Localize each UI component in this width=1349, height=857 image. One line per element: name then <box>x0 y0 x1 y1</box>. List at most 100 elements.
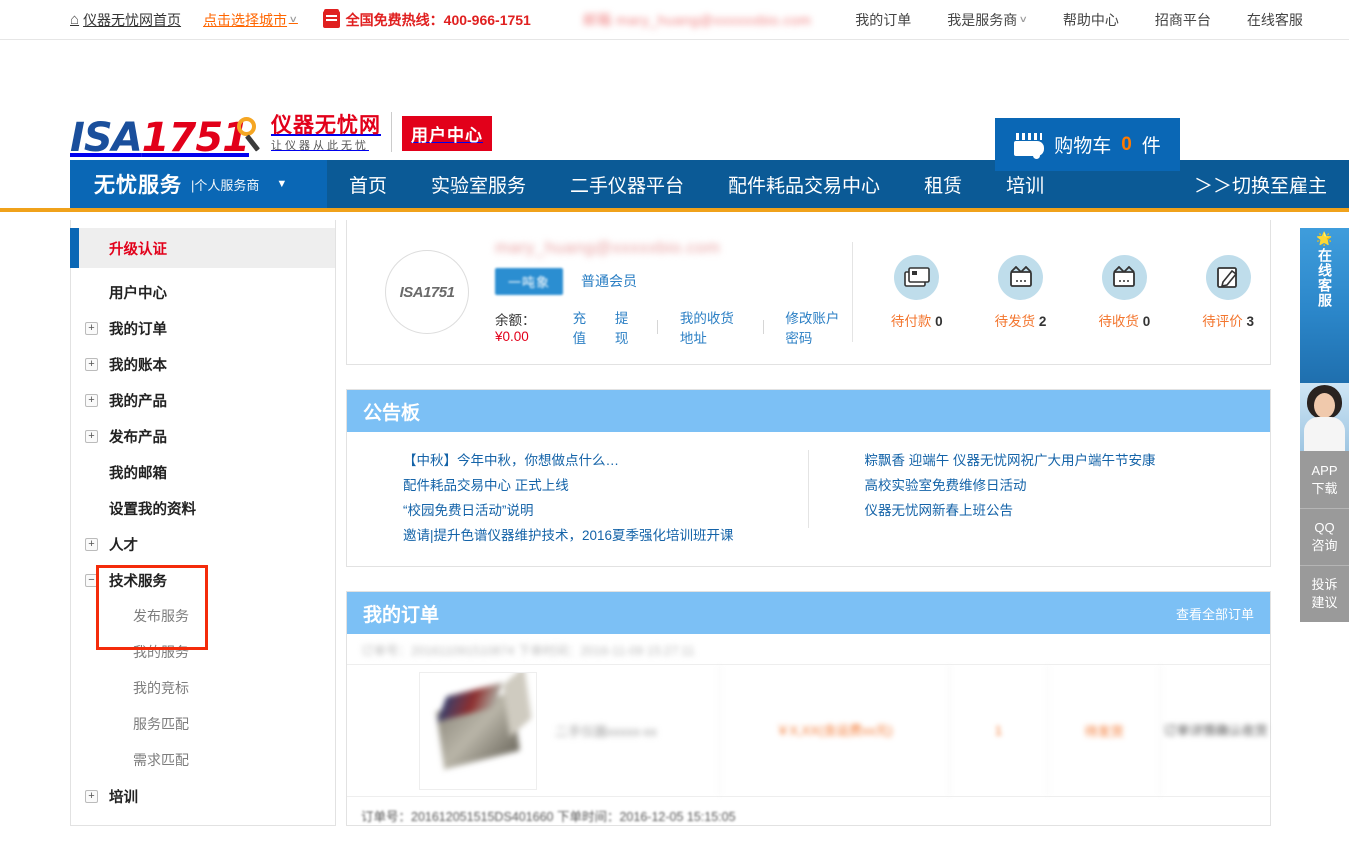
confirm-receipt-link[interactable]: 确认收货 <box>1216 720 1268 742</box>
profile-card: ISA1751 mary_huang@xxxxxbio.com 一吨象 普通会员… <box>346 220 1271 365</box>
notice-link[interactable]: 仪器无忧网新春上班公告 <box>865 498 1251 523</box>
sidebar-item-my-account-book[interactable]: + 我的账本 <box>71 346 335 382</box>
city-selector[interactable]: 点击选择城市 ∨ <box>203 10 297 30</box>
product-name: 二手仪器xxxxx-xx <box>555 721 657 740</box>
avatar[interactable]: ISA1751 <box>385 250 469 334</box>
user-center-badge: 用户中心 <box>402 116 492 151</box>
nav-item-training[interactable]: 培训 <box>984 171 1066 198</box>
collapse-minus-icon[interactable]: − <box>85 574 98 587</box>
sidebar-item-my-orders[interactable]: + 我的订单 <box>71 310 335 346</box>
sidebar-subitem-service-match[interactable]: 服务匹配 <box>71 706 335 742</box>
notice-link[interactable]: 【中秋】今年中秋，你想做点什么… <box>403 448 789 473</box>
nav-item-home[interactable]: 首页 <box>327 171 409 198</box>
change-password-link[interactable]: 修改账户密码 <box>785 307 846 347</box>
logo-chinese-block: 仪器无忧网 让仪器从此无忧 <box>271 115 381 153</box>
nav-brand-subtitle: |个人服务商 <box>191 175 259 194</box>
topbar-link-online-service[interactable]: 在线客服 <box>1247 10 1303 30</box>
nav-item-lab-service[interactable]: 实验室服务 <box>409 171 548 198</box>
notice-link[interactable]: 配件耗品交易中心 正式上线 <box>403 473 789 498</box>
nav-item-leasing[interactable]: 租赁 <box>902 171 984 198</box>
sidebar-subitem-demand-match[interactable]: 需求匹配 <box>71 742 335 778</box>
app-download-line2: 下载 <box>1311 480 1337 498</box>
online-service-button[interactable]: 🌟 在线客服 <box>1300 228 1349 383</box>
notice-board-header: 公告板 <box>347 390 1270 432</box>
expand-plus-icon[interactable]: + <box>85 538 98 551</box>
sidebar-item-label: 培训 <box>109 786 138 807</box>
notice-column-left: 【中秋】今年中秋，你想做点什么… 配件耗品交易中心 正式上线 “校园免费日活动”… <box>347 448 809 548</box>
balance-text: 余额： <box>495 313 536 328</box>
top-utility-bar: ⌂ 仪器无忧网首页 点击选择城市 ∨ 全国免费热线：400-966-1751 邮… <box>0 0 1349 40</box>
topbar-link-investment-platform[interactable]: 招商平台 <box>1155 10 1211 30</box>
chevron-down-icon: ∨ <box>289 14 298 25</box>
sidebar-item-my-mailbox[interactable]: 我的邮箱 <box>71 454 335 490</box>
sidebar-item-label: 升级认证 <box>109 238 167 259</box>
order-price-cell: ￥X,XX (含运费xx元) <box>719 665 949 796</box>
recharge-link[interactable]: 充值 <box>573 307 593 347</box>
sidebar-subitem-publish-service[interactable]: 发布服务 <box>71 598 335 634</box>
topbar-link-my-orders[interactable]: 我的订单 <box>855 10 911 30</box>
table-row[interactable]: 二手仪器xxxxx-xx ￥X,XX (含运费xx元) 1 待发货 订单详情 确… <box>347 664 1270 797</box>
stat-pending-receipt[interactable]: 待收货 0 <box>1098 255 1150 330</box>
cart-unit: 件 <box>1142 131 1161 158</box>
sidebar-item-my-products[interactable]: + 我的产品 <box>71 382 335 418</box>
sidebar-subitem-my-services[interactable]: 我的服务 <box>71 634 335 670</box>
qq-consult-line2: 咨询 <box>1311 537 1337 555</box>
order-detail-link[interactable]: 订单详情 <box>1163 720 1215 742</box>
stat-pending-payment[interactable]: 待付款 0 <box>891 255 943 330</box>
topbar-link-help-center[interactable]: 帮助中心 <box>1063 10 1119 30</box>
notice-link[interactable]: “校园免费日活动”说明 <box>403 498 789 523</box>
topbar-link-label: 我的订单 <box>855 10 911 30</box>
logo-isa-text: ISA <box>70 115 142 161</box>
cart-button[interactable]: 购物车 0 件 <box>995 118 1180 171</box>
app-download-button[interactable]: APP 下载 <box>1300 451 1349 508</box>
profile-divider <box>852 242 853 342</box>
site-logo[interactable]: ISA1751 仪器无忧网 让仪器从此无忧 用户中心 <box>70 112 492 155</box>
notice-link[interactable]: 粽飘香 迎端午 仪器无忧网祝广大用户端午节安康 <box>865 448 1251 473</box>
nav-service-switcher[interactable]: 无忧服务 |个人服务商 ▼ <box>70 160 327 208</box>
stat-count: 0 <box>1143 314 1151 329</box>
qq-consult-button[interactable]: QQ 咨询 <box>1300 508 1349 565</box>
topbar-link-i-am-provider[interactable]: 我是服务商∨ <box>947 10 1027 30</box>
notice-link[interactable]: 高校实验室免费维修日活动 <box>865 473 1251 498</box>
sidebar-item-label: 我的产品 <box>109 390 167 411</box>
expand-plus-icon[interactable]: + <box>85 394 98 407</box>
stat-pending-shipment[interactable]: 待发货 2 <box>995 255 1047 330</box>
topbar-link-label: 在线客服 <box>1247 10 1303 30</box>
view-all-orders-link[interactable]: 查看全部订单 <box>1176 604 1254 623</box>
expand-plus-icon[interactable]: + <box>85 322 98 335</box>
complaint-line1: 投诉 <box>1311 576 1337 594</box>
notice-column-right: 粽飘香 迎端午 仪器无忧网祝广大用户端午节安康 高校实验室免费维修日活动 仪器无… <box>809 448 1271 548</box>
complaint-suggestion-button[interactable]: 投诉 建议 <box>1300 565 1349 622</box>
my-orders-header: 我的订单 查看全部订单 <box>347 592 1270 634</box>
nav-switch-to-employer[interactable]: ＞＞切换至雇主 <box>1172 171 1349 198</box>
stat-label: 待收货 0 <box>1098 310 1150 330</box>
notice-link[interactable]: 邀请|提升色谱仪器维护技术，2016夏季强化培训班开课 <box>403 523 789 548</box>
expand-plus-icon[interactable]: + <box>85 430 98 443</box>
sidebar-item-talent[interactable]: + 人才 <box>71 526 335 562</box>
stat-pending-review[interactable]: 待评价 3 <box>1202 255 1254 330</box>
sidebar-item-training[interactable]: + 培训 <box>71 778 335 814</box>
my-orders-title: 我的订单 <box>363 600 439 627</box>
order-price: ￥X,XX <box>776 719 819 743</box>
nav-item-parts-center[interactable]: 配件耗品交易中心 <box>706 171 902 198</box>
order-actions-cell[interactable]: 订单详情 确认收货 <box>1160 665 1270 796</box>
shipping-address-link[interactable]: 我的收货地址 <box>680 307 741 347</box>
nav-left-spacer <box>0 160 70 208</box>
logo-chinese-name: 仪器无忧网 <box>271 115 381 137</box>
expand-plus-icon[interactable]: + <box>85 358 98 371</box>
balance-value: ¥0.00 <box>495 329 529 344</box>
sidebar-item-profile-settings[interactable]: 设置我的资料 <box>71 490 335 526</box>
sidebar: 升级认证 用户中心 + 我的订单 + 我的账本 + 我的产品 + 发布产品 我的… <box>70 220 336 826</box>
nav-item-used-instrument[interactable]: 二手仪器平台 <box>548 171 706 198</box>
withdraw-link[interactable]: 提现 <box>615 307 635 347</box>
hotline: 全国免费热线：400-966-1751 <box>323 10 531 30</box>
sidebar-item-label: 发布产品 <box>109 426 167 447</box>
sidebar-item-publish-product[interactable]: + 发布产品 <box>71 418 335 454</box>
sidebar-item-label: 技术服务 <box>109 570 167 591</box>
home-link[interactable]: ⌂ 仪器无忧网首页 <box>70 10 181 30</box>
sidebar-item-technical-service[interactable]: − 技术服务 <box>71 562 335 598</box>
expand-plus-icon[interactable]: + <box>85 790 98 803</box>
sidebar-item-upgrade-certification[interactable]: 升级认证 <box>71 228 335 268</box>
sidebar-item-user-center[interactable]: 用户中心 <box>71 274 335 310</box>
sidebar-subitem-my-bids[interactable]: 我的竞标 <box>71 670 335 706</box>
